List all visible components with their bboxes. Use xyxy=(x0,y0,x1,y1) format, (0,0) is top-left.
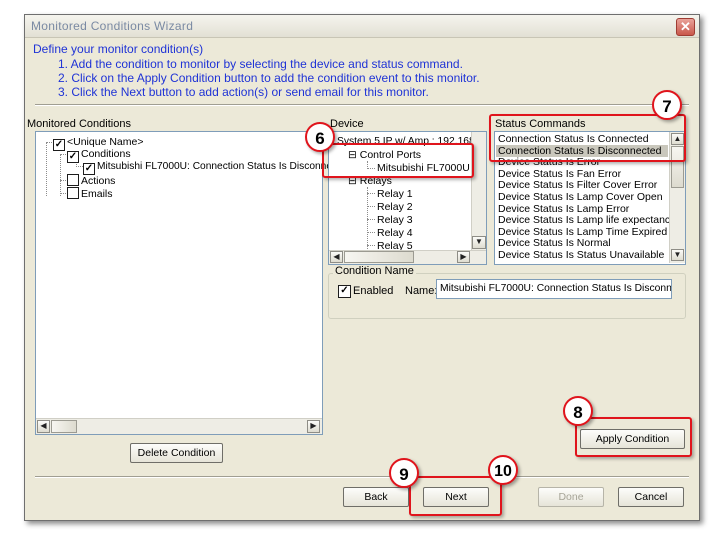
checkbox-checked-icon[interactable]: ✓ xyxy=(53,139,65,151)
title-bar: Monitored Conditions Wizard ✕ xyxy=(25,15,699,38)
relay-item[interactable]: Relay 4 xyxy=(377,227,413,239)
checkbox-unchecked-icon[interactable] xyxy=(67,174,79,186)
device-horizontal-scrollbar[interactable]: ◀ ▶ xyxy=(329,250,486,264)
scroll-down-icon[interactable]: ▼ xyxy=(472,236,486,249)
scroll-left-icon[interactable]: ◀ xyxy=(37,420,50,433)
checkbox-checked-icon[interactable]: ✓ xyxy=(67,151,79,163)
tree-root-label: <Unique Name> xyxy=(67,136,144,148)
intro-heading: Define your monitor condition(s) xyxy=(33,42,204,56)
name-label: Name: xyxy=(405,285,438,297)
highlight-next-button xyxy=(409,476,502,516)
tree-conditions-label: Conditions xyxy=(81,148,131,160)
device-label: Device xyxy=(330,118,364,130)
tree-actions-node[interactable]: Actions xyxy=(67,174,115,187)
tree-condition-item-label: Mitsubishi FL7000U: Connection Status Is… xyxy=(97,161,352,172)
monitored-conditions-tree[interactable]: ✓ <Unique Name> ✓ Conditions ✓ Mitsubishi F… xyxy=(35,131,351,435)
cancel-button[interactable]: Cancel xyxy=(618,487,684,507)
intro-step-3: 3. Click the Next button to add action(s… xyxy=(58,85,429,99)
scroll-left-icon[interactable]: ◀ xyxy=(330,251,343,263)
tree-actions-label: Actions xyxy=(81,175,116,187)
step-badge-10: 10 xyxy=(488,455,518,485)
header-divider xyxy=(35,104,689,106)
intro-step-1: 1. Add the condition to monitor by selec… xyxy=(58,57,463,71)
checkbox-unchecked-icon[interactable] xyxy=(67,187,79,199)
window-title: Monitored Conditions Wizard xyxy=(31,19,194,33)
scroll-thumb[interactable] xyxy=(51,420,77,433)
step-badge-6: 6 xyxy=(305,122,335,152)
footer-divider xyxy=(35,476,689,478)
back-button[interactable]: Back xyxy=(343,487,409,507)
step-badge-7: 7 xyxy=(652,90,682,120)
step-badge-9: 9 xyxy=(389,458,419,488)
close-button[interactable]: ✕ xyxy=(676,18,695,36)
highlight-apply-button xyxy=(575,417,692,457)
relay-item[interactable]: Relay 2 xyxy=(377,201,413,213)
scroll-right-icon[interactable]: ▶ xyxy=(457,251,470,263)
delete-condition-button[interactable]: Delete Condition xyxy=(130,443,223,463)
tree-emails-node[interactable]: Emails xyxy=(67,187,113,200)
relay-item[interactable]: Relay 1 xyxy=(377,188,413,200)
scroll-down-icon[interactable]: ▼ xyxy=(671,249,684,261)
condition-name-label: Condition Name xyxy=(333,265,416,277)
highlight-status-command xyxy=(489,114,686,162)
intro-step-2: 2. Click on the Apply Condition button t… xyxy=(58,71,480,85)
done-button: Done xyxy=(538,487,604,507)
status-command-item[interactable]: Device Status Is Status Unavailable xyxy=(498,249,664,262)
scroll-thumb[interactable] xyxy=(344,251,414,263)
highlight-projector xyxy=(322,143,474,178)
condition-name-input[interactable]: Mitsubishi FL7000U: Connection Status Is… xyxy=(436,279,672,299)
relay-item[interactable]: Relay 3 xyxy=(377,214,413,226)
status-command-item[interactable]: Device Status Is Lamp Cover Open xyxy=(498,191,663,204)
tree-condition-item[interactable]: ✓ Mitsubishi FL7000U: Connection Status I… xyxy=(83,161,351,175)
scroll-right-icon[interactable]: ▶ xyxy=(307,420,320,433)
enabled-label: Enabled xyxy=(353,285,394,297)
step-badge-8: 8 xyxy=(563,396,593,426)
monitored-conditions-label: Monitored Conditions xyxy=(27,118,131,130)
enabled-checkbox[interactable]: ✓ xyxy=(338,285,351,298)
tree-emails-label: Emails xyxy=(81,188,113,200)
monitored-horizontal-scrollbar[interactable]: ◀ ▶ xyxy=(36,418,322,434)
